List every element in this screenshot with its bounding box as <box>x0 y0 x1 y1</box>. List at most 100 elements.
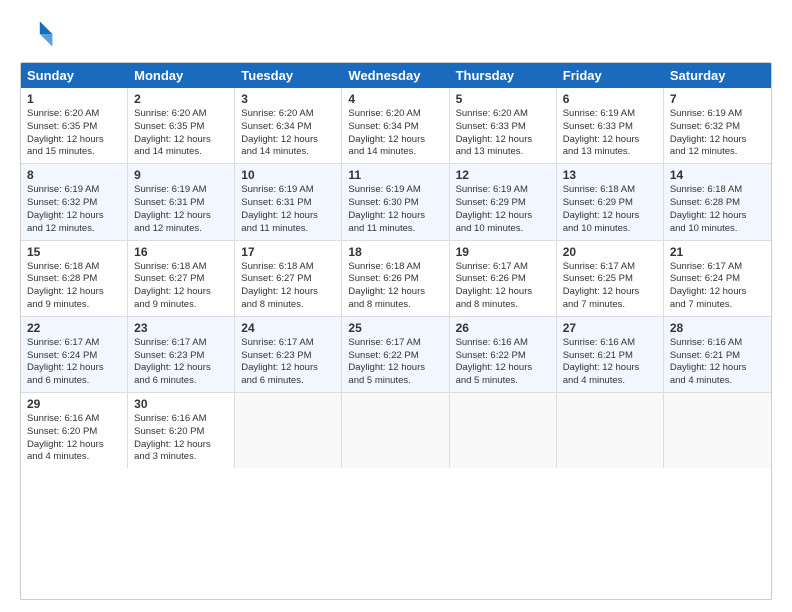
cell-line: and 8 minutes. <box>348 299 442 312</box>
cell-line: Sunrise: 6:17 AM <box>348 337 442 350</box>
cell-line: and 4 minutes. <box>563 375 657 388</box>
cell-line: Daylight: 12 hours <box>27 134 121 147</box>
empty-cell <box>342 393 449 468</box>
cell-line: and 9 minutes. <box>27 299 121 312</box>
cell-line: Sunset: 6:33 PM <box>456 121 550 134</box>
cell-line: Daylight: 12 hours <box>348 362 442 375</box>
cell-line: and 8 minutes. <box>456 299 550 312</box>
cell-line: and 11 minutes. <box>348 223 442 236</box>
day-cell-7: 7Sunrise: 6:19 AMSunset: 6:32 PMDaylight… <box>664 88 771 163</box>
cell-line: Sunrise: 6:18 AM <box>27 261 121 274</box>
cell-line: Daylight: 12 hours <box>348 210 442 223</box>
day-cell-29: 29Sunrise: 6:16 AMSunset: 6:20 PMDayligh… <box>21 393 128 468</box>
cell-line: Daylight: 12 hours <box>134 286 228 299</box>
cell-line: Sunset: 6:30 PM <box>348 197 442 210</box>
cell-line: Sunrise: 6:18 AM <box>241 261 335 274</box>
cell-line: and 10 minutes. <box>670 223 765 236</box>
calendar: SundayMondayTuesdayWednesdayThursdayFrid… <box>20 62 772 600</box>
cell-line: Sunrise: 6:19 AM <box>134 184 228 197</box>
header-day-sunday: Sunday <box>21 63 128 88</box>
day-number: 12 <box>456 168 550 182</box>
cell-line: and 6 minutes. <box>134 375 228 388</box>
cell-line: and 15 minutes. <box>27 146 121 159</box>
cell-line: and 13 minutes. <box>456 146 550 159</box>
calendar-row-5: 29Sunrise: 6:16 AMSunset: 6:20 PMDayligh… <box>21 393 771 468</box>
cell-line: Sunrise: 6:19 AM <box>348 184 442 197</box>
day-cell-8: 8Sunrise: 6:19 AMSunset: 6:32 PMDaylight… <box>21 164 128 239</box>
cell-line: Sunset: 6:20 PM <box>27 426 121 439</box>
day-cell-20: 20Sunrise: 6:17 AMSunset: 6:25 PMDayligh… <box>557 241 664 316</box>
day-cell-9: 9Sunrise: 6:19 AMSunset: 6:31 PMDaylight… <box>128 164 235 239</box>
cell-line: Daylight: 12 hours <box>456 286 550 299</box>
cell-line: and 4 minutes. <box>27 451 121 464</box>
day-number: 13 <box>563 168 657 182</box>
cell-line: Sunset: 6:35 PM <box>134 121 228 134</box>
cell-line: Sunrise: 6:20 AM <box>134 108 228 121</box>
day-number: 24 <box>241 321 335 335</box>
cell-line: Daylight: 12 hours <box>563 286 657 299</box>
cell-line: and 12 minutes. <box>134 223 228 236</box>
cell-line: Daylight: 12 hours <box>456 134 550 147</box>
cell-line: Daylight: 12 hours <box>241 134 335 147</box>
cell-line: and 10 minutes. <box>456 223 550 236</box>
cell-line: Sunrise: 6:19 AM <box>241 184 335 197</box>
cell-line: Sunrise: 6:18 AM <box>348 261 442 274</box>
day-cell-22: 22Sunrise: 6:17 AMSunset: 6:24 PMDayligh… <box>21 317 128 392</box>
day-number: 21 <box>670 245 765 259</box>
cell-line: Daylight: 12 hours <box>27 362 121 375</box>
cell-line: Sunrise: 6:17 AM <box>670 261 765 274</box>
cell-line: Sunrise: 6:20 AM <box>348 108 442 121</box>
cell-line: Sunrise: 6:20 AM <box>27 108 121 121</box>
page: SundayMondayTuesdayWednesdayThursdayFrid… <box>0 0 792 612</box>
day-number: 6 <box>563 92 657 106</box>
day-number: 25 <box>348 321 442 335</box>
cell-line: Sunset: 6:31 PM <box>241 197 335 210</box>
day-number: 5 <box>456 92 550 106</box>
day-number: 29 <box>27 397 121 411</box>
cell-line: and 11 minutes. <box>241 223 335 236</box>
logo-icon <box>20 16 56 52</box>
cell-line: Sunset: 6:24 PM <box>670 273 765 286</box>
cell-line: Sunset: 6:26 PM <box>456 273 550 286</box>
cell-line: Sunrise: 6:17 AM <box>241 337 335 350</box>
header-day-monday: Monday <box>128 63 235 88</box>
cell-line: Sunrise: 6:19 AM <box>563 108 657 121</box>
day-cell-14: 14Sunrise: 6:18 AMSunset: 6:28 PMDayligh… <box>664 164 771 239</box>
day-cell-1: 1Sunrise: 6:20 AMSunset: 6:35 PMDaylight… <box>21 88 128 163</box>
day-cell-23: 23Sunrise: 6:17 AMSunset: 6:23 PMDayligh… <box>128 317 235 392</box>
cell-line: Daylight: 12 hours <box>134 210 228 223</box>
cell-line: Daylight: 12 hours <box>563 210 657 223</box>
day-number: 27 <box>563 321 657 335</box>
day-cell-28: 28Sunrise: 6:16 AMSunset: 6:21 PMDayligh… <box>664 317 771 392</box>
day-number: 10 <box>241 168 335 182</box>
cell-line: and 10 minutes. <box>563 223 657 236</box>
cell-line: Sunset: 6:22 PM <box>348 350 442 363</box>
cell-line: Daylight: 12 hours <box>456 362 550 375</box>
day-number: 20 <box>563 245 657 259</box>
cell-line: Daylight: 12 hours <box>348 134 442 147</box>
calendar-row-2: 8Sunrise: 6:19 AMSunset: 6:32 PMDaylight… <box>21 164 771 240</box>
cell-line: Sunset: 6:27 PM <box>134 273 228 286</box>
cell-line: Sunrise: 6:18 AM <box>134 261 228 274</box>
cell-line: and 9 minutes. <box>134 299 228 312</box>
cell-line: and 7 minutes. <box>563 299 657 312</box>
cell-line: Sunset: 6:33 PM <box>563 121 657 134</box>
day-number: 23 <box>134 321 228 335</box>
cell-line: Sunrise: 6:16 AM <box>563 337 657 350</box>
day-cell-25: 25 Sunrise: 6:17 AMSunset: 6:22 PMDayligh… <box>342 317 449 392</box>
header <box>20 16 772 52</box>
empty-cell <box>450 393 557 468</box>
cell-line: Sunset: 6:26 PM <box>348 273 442 286</box>
day-number: 28 <box>670 321 765 335</box>
cell-line: and 6 minutes. <box>241 375 335 388</box>
cell-line: Daylight: 12 hours <box>563 362 657 375</box>
cell-line: Sunrise: 6:17 AM <box>456 261 550 274</box>
cell-line: Daylight: 12 hours <box>134 362 228 375</box>
day-number: 15 <box>27 245 121 259</box>
cell-line: Sunrise: 6:20 AM <box>241 108 335 121</box>
cell-line: Daylight: 12 hours <box>670 134 765 147</box>
day-number: 17 <box>241 245 335 259</box>
cell-line: and 14 minutes. <box>348 146 442 159</box>
calendar-body: 1Sunrise: 6:20 AMSunset: 6:35 PMDaylight… <box>21 88 771 468</box>
cell-line: Sunset: 6:34 PM <box>241 121 335 134</box>
